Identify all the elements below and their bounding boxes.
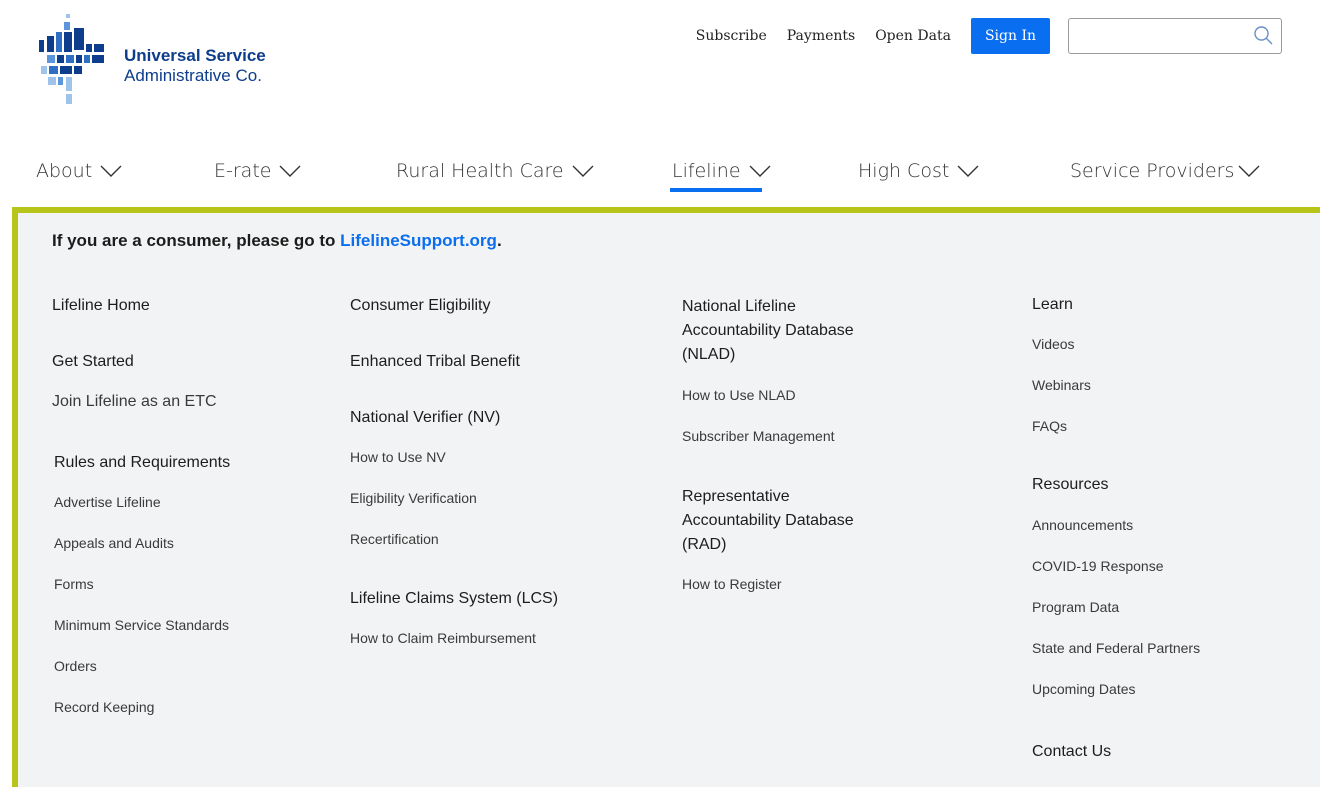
- notice-period: .: [496, 231, 502, 250]
- lifelinesupport-link[interactable]: LifelineSupport.org: [340, 231, 497, 250]
- how-to-claim-reimbursement-link[interactable]: How to Claim Reimbursement: [350, 630, 536, 646]
- upcoming-dates-link[interactable]: Upcoming Dates: [1032, 681, 1136, 697]
- covid-19-response-link[interactable]: COVID-19 Response: [1032, 558, 1164, 574]
- nav-about[interactable]: About: [36, 160, 122, 182]
- nlad-link[interactable]: National Lifeline Accountability Databas…: [682, 295, 854, 367]
- search-box: [1068, 18, 1282, 54]
- payments-link[interactable]: Payments: [787, 28, 855, 44]
- rules-requirements-link[interactable]: Rules and Requirements: [54, 452, 230, 474]
- nav-high-cost-label: High Cost: [858, 160, 950, 182]
- consumer-notice: If you are a consumer, please go to Life…: [52, 231, 502, 251]
- nlad-line-1: National Lifeline: [682, 298, 796, 315]
- nav-lifeline[interactable]: Lifeline: [670, 160, 771, 192]
- nav-lifeline-label: Lifeline: [672, 160, 741, 182]
- usac-logo-mark-icon: [39, 14, 104, 104]
- subscribe-link[interactable]: Subscribe: [696, 28, 767, 44]
- webinars-link[interactable]: Webinars: [1032, 377, 1091, 393]
- resources-link[interactable]: Resources: [1032, 474, 1108, 496]
- usac-logo[interactable]: Universal Service Administrative Co.: [36, 14, 316, 106]
- active-tab-underline: [670, 188, 762, 192]
- nav-erate-label: E-rate: [214, 160, 272, 182]
- nlad-line-2: Accountability Database: [682, 322, 854, 339]
- how-to-use-nlad-link[interactable]: How to Use NLAD: [682, 387, 796, 403]
- main-nav: About E-rate Rural Health Care Lifeline …: [0, 160, 1320, 194]
- chevron-down-icon: [1238, 165, 1260, 177]
- logo-text: Universal Service Administrative Co.: [124, 46, 266, 86]
- chevron-down-icon: [100, 165, 122, 177]
- orders-link[interactable]: Orders: [54, 658, 97, 674]
- how-to-register-link[interactable]: How to Register: [682, 576, 782, 592]
- how-to-use-nv-link[interactable]: How to Use NV: [350, 449, 446, 465]
- state-federal-partners-link[interactable]: State and Federal Partners: [1032, 640, 1200, 656]
- national-verifier-link[interactable]: National Verifier (NV): [350, 407, 500, 429]
- rad-line-1: Representative: [682, 488, 790, 505]
- announcements-link[interactable]: Announcements: [1032, 517, 1133, 533]
- program-data-link[interactable]: Program Data: [1032, 599, 1119, 615]
- forms-link[interactable]: Forms: [54, 576, 94, 592]
- logo-line-1: Universal Service: [124, 46, 266, 65]
- notice-text: If you are a consumer, please go to: [52, 231, 341, 250]
- advertise-lifeline-link[interactable]: Advertise Lifeline: [54, 494, 161, 510]
- lifeline-dropdown-panel: If you are a consumer, please go to Life…: [12, 207, 1320, 787]
- learn-link[interactable]: Learn: [1032, 294, 1073, 316]
- rad-line-2: Accountability Database: [682, 512, 854, 529]
- nav-erate[interactable]: E-rate: [214, 160, 301, 182]
- enhanced-tribal-benefit-link[interactable]: Enhanced Tribal Benefit: [350, 351, 520, 373]
- minimum-service-standards-link[interactable]: Minimum Service Standards: [54, 617, 229, 633]
- lifeline-claims-system-link[interactable]: Lifeline Claims System (LCS): [350, 588, 558, 610]
- nlad-line-3: (NLAD): [682, 346, 736, 363]
- open-data-link[interactable]: Open Data: [875, 28, 951, 44]
- get-started-link[interactable]: Get Started: [52, 351, 134, 373]
- chevron-down-icon: [279, 165, 301, 177]
- lifeline-home-link[interactable]: Lifeline Home: [52, 295, 150, 317]
- chevron-down-icon: [572, 165, 594, 177]
- contact-us-link[interactable]: Contact Us: [1032, 741, 1111, 763]
- appeals-audits-link[interactable]: Appeals and Audits: [54, 535, 174, 551]
- search-icon[interactable]: [1253, 25, 1273, 45]
- faqs-link[interactable]: FAQs: [1032, 418, 1067, 434]
- chevron-down-icon: [957, 165, 979, 177]
- chevron-down-icon: [749, 165, 771, 177]
- rad-line-3: (RAD): [682, 536, 727, 553]
- nav-about-label: About: [36, 160, 93, 182]
- search-input[interactable]: [1075, 19, 1249, 53]
- consumer-eligibility-link[interactable]: Consumer Eligibility: [350, 295, 491, 317]
- videos-link[interactable]: Videos: [1032, 336, 1075, 352]
- nav-rural-health-care[interactable]: Rural Health Care: [396, 160, 594, 182]
- recertification-link[interactable]: Recertification: [350, 531, 439, 547]
- logo-line-2: Administrative Co.: [124, 66, 262, 85]
- rad-link[interactable]: Representative Accountability Database (…: [682, 485, 854, 557]
- utility-nav: Subscribe Payments Open Data Sign In: [696, 18, 1282, 54]
- subscriber-management-link[interactable]: Subscriber Management: [682, 428, 835, 444]
- sign-in-button[interactable]: Sign In: [970, 18, 1050, 54]
- record-keeping-link[interactable]: Record Keeping: [54, 699, 154, 715]
- eligibility-verification-link[interactable]: Eligibility Verification: [350, 490, 477, 506]
- nav-high-cost[interactable]: High Cost: [858, 160, 979, 182]
- nav-service-providers[interactable]: Service Providers: [1070, 160, 1260, 182]
- nav-service-providers-label: Service Providers: [1070, 160, 1235, 182]
- join-lifeline-etc-link[interactable]: Join Lifeline as an ETC: [52, 393, 217, 411]
- nav-rhc-label: Rural Health Care: [396, 160, 564, 182]
